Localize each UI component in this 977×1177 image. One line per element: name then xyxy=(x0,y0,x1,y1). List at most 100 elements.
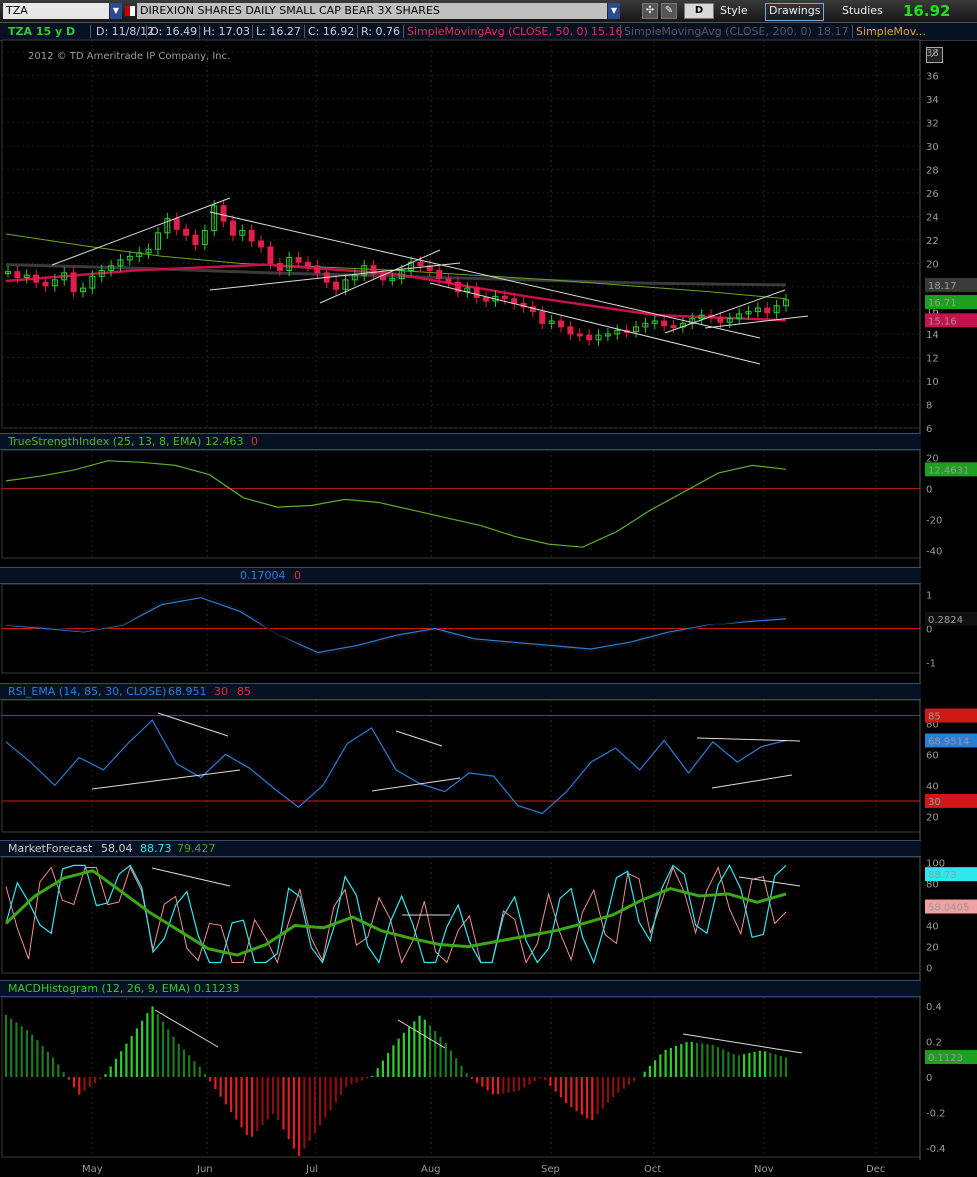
macd-header: MACDHistogram (12, 26, 9, EMA) 0.11233 xyxy=(0,980,921,997)
macd-badge: 0.1123 xyxy=(928,1053,963,1064)
rsi-level-low: 30 xyxy=(214,685,228,698)
candle-body xyxy=(276,262,283,271)
macd-tick: 0.2 xyxy=(926,1037,942,1048)
candle-body xyxy=(473,287,480,298)
candle-body xyxy=(14,271,21,279)
candle-body xyxy=(220,205,227,222)
x-tick-aug: Aug xyxy=(421,1164,441,1175)
rsi-header: RSI_EMA (14, 85, 30, CLOSE) 68.951 30 85 xyxy=(0,683,921,700)
candle-body xyxy=(670,325,677,329)
candle-body xyxy=(558,320,565,328)
candle-body xyxy=(436,269,443,280)
candle-body xyxy=(229,220,236,236)
osc-tick: 1 xyxy=(926,590,932,601)
candle-body xyxy=(267,246,274,264)
price-tick: 24 xyxy=(926,212,939,223)
tsi-zero: 0 xyxy=(251,435,258,448)
tsi-panel-frame xyxy=(1,449,921,559)
candle-body xyxy=(445,278,452,283)
x-tick-nov: Nov xyxy=(754,1164,774,1175)
osc-zero: 0 xyxy=(294,569,301,582)
tsi-header: TrueStrengthIndex (25, 13, 8, EMA) 12.46… xyxy=(0,433,921,450)
macd-tick: 0.4 xyxy=(926,1002,942,1013)
candle-body xyxy=(417,261,424,267)
macd-label: MACDHistogram (12, 26, 9, EMA) xyxy=(8,982,191,995)
price-tick: 10 xyxy=(926,377,939,388)
mf-tick: 0 xyxy=(926,964,932,975)
candle-body xyxy=(304,261,311,267)
mf-value1: 58.04 xyxy=(101,842,133,855)
price-tick: 8 xyxy=(926,400,932,411)
mf-value2: 88.73 xyxy=(140,842,172,855)
osc-value: 0.17004 xyxy=(240,569,286,582)
macd-tick: -0.4 xyxy=(926,1144,946,1155)
candle-body xyxy=(764,307,771,314)
rsi-panel-frame xyxy=(1,699,921,833)
mf-value3: 79.427 xyxy=(177,842,216,855)
rsi-tick: 20 xyxy=(926,812,939,823)
rsi-value: 68.951 xyxy=(168,685,207,698)
price-tick: 34 xyxy=(926,95,939,106)
sma50-badge: 15.16 xyxy=(928,316,957,327)
mf-cyan-badge: 88.73 xyxy=(928,870,957,881)
candle-body xyxy=(258,240,265,248)
price-badge: 16.71 xyxy=(928,298,957,309)
tsi-value: 12.463 xyxy=(205,435,244,448)
osc-header: 0.17004 0 xyxy=(0,567,921,584)
candle-body xyxy=(42,281,49,287)
price-tick: 12 xyxy=(926,353,939,364)
mf-label: MarketForecast xyxy=(8,842,93,855)
rsi-badge: 68.9514 xyxy=(928,736,969,747)
candle-body xyxy=(183,228,190,236)
candle-body xyxy=(192,234,199,246)
candle-body xyxy=(567,326,574,335)
mf-header: MarketForecast 58.04 88.73 79.427 xyxy=(0,840,921,857)
rsi-level-high: 85 xyxy=(237,685,251,698)
candle-body xyxy=(33,274,40,283)
candle-body xyxy=(586,334,593,341)
rsi-85-badge: 85 xyxy=(928,712,941,723)
mf-tick: 40 xyxy=(926,922,939,933)
price-tick: 30 xyxy=(926,142,939,153)
sma200-badge: 18.17 xyxy=(928,281,957,292)
chart-canvas[interactable]: 383634323028262422201816141210862012 © T… xyxy=(0,0,977,1177)
macd-tick: 0 xyxy=(926,1073,932,1084)
macd-tick: -0.2 xyxy=(926,1109,946,1120)
x-tick-jun: Jun xyxy=(196,1164,213,1175)
mf-pink-badge: 58.0405 xyxy=(928,903,969,914)
rsi-30-badge: 30 xyxy=(928,797,941,808)
candle-body xyxy=(333,281,340,290)
osc-tick: 0 xyxy=(926,625,932,636)
candle-body xyxy=(295,257,302,263)
candle-body xyxy=(501,295,508,300)
price-tick: 20 xyxy=(926,259,939,270)
candle-body xyxy=(539,311,546,324)
macd-value: 0.11233 xyxy=(194,982,240,995)
copyright-text: 2012 © TD Ameritrade IP Company, Inc. xyxy=(28,51,230,62)
osc-tick: -1 xyxy=(926,659,936,670)
candle-body xyxy=(661,320,668,327)
price-tick: 28 xyxy=(926,165,939,176)
x-tick-dec: Dec xyxy=(866,1164,885,1175)
candle-body xyxy=(314,265,321,274)
price-tick: 26 xyxy=(926,189,939,200)
candle-body xyxy=(717,316,724,323)
candle-body xyxy=(576,333,583,337)
rsi-label: RSI_EMA (14, 85, 30, CLOSE) xyxy=(8,685,167,698)
candle-body xyxy=(173,218,180,230)
price-tick: 22 xyxy=(926,236,939,247)
rsi-tick: 40 xyxy=(926,781,939,792)
candle-body xyxy=(483,296,490,302)
tsi-tick: -40 xyxy=(926,546,942,557)
tsi-label: TrueStrengthIndex (25, 13, 8, EMA) xyxy=(8,435,202,448)
price-tick: 32 xyxy=(926,118,939,129)
tsi-tick: -20 xyxy=(926,515,942,526)
price-tick: 36 xyxy=(926,71,939,82)
rsi-tick: 60 xyxy=(926,750,939,761)
x-tick-sep: Sep xyxy=(541,1164,560,1175)
tsi-badge: 12.4631 xyxy=(928,465,969,476)
candle-body xyxy=(248,229,255,242)
x-tick-oct: Oct xyxy=(644,1164,661,1175)
osc-badge: 0.2824 xyxy=(928,615,963,626)
price-panel-frame xyxy=(1,39,921,429)
